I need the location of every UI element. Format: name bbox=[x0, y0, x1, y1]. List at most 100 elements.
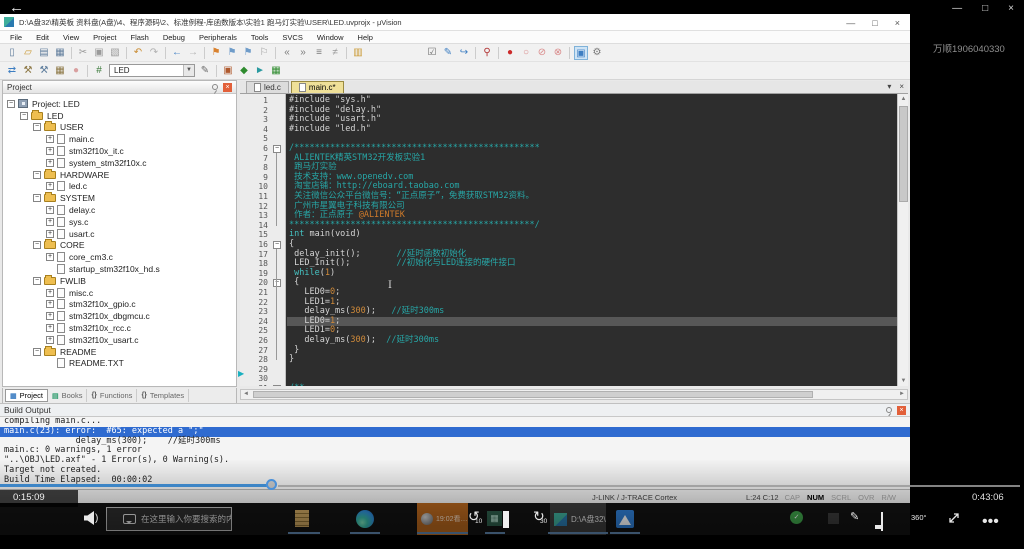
tree-item-readme.txt[interactable]: README.TXT bbox=[3, 358, 236, 370]
uvision-maximize-button[interactable]: □ bbox=[872, 18, 877, 28]
uvision-close-button[interactable]: × bbox=[895, 18, 900, 28]
taskbar-item-uvision[interactable]: D:\A盘32\... bbox=[550, 503, 606, 535]
collapse-icon[interactable]: − bbox=[33, 194, 41, 202]
bookmark-next-icon[interactable]: ⚑ bbox=[241, 46, 255, 60]
pause-icon[interactable] bbox=[503, 511, 509, 529]
taskbar-item-video-app[interactable]: 19:02看… bbox=[417, 503, 468, 535]
menu-svcs[interactable]: SVCS bbox=[275, 33, 309, 42]
menu-project[interactable]: Project bbox=[86, 33, 123, 42]
menu-window[interactable]: Window bbox=[310, 33, 351, 42]
breakpoint-disable-all-icon[interactable]: ⊘ bbox=[535, 46, 549, 60]
video-content[interactable]: D:\A盘32\精英板 资料盘(A盘)\4、程序源码\2、标准例程-库函数版本\… bbox=[0, 14, 910, 535]
pip-icon[interactable] bbox=[881, 513, 883, 531]
nav-forward-icon[interactable]: → bbox=[186, 46, 200, 60]
build-icon[interactable]: ⚒ bbox=[21, 64, 35, 78]
breakpoint-disabled-icon[interactable]: ○ bbox=[519, 46, 533, 60]
expand-icon[interactable]: + bbox=[46, 147, 54, 155]
menu-file[interactable]: File bbox=[3, 33, 29, 42]
tree-item-led[interactable]: −LED bbox=[3, 110, 236, 122]
pack-installer-icon[interactable]: ▦ bbox=[269, 64, 283, 78]
expand-icon[interactable]: + bbox=[46, 253, 54, 261]
collapse-icon[interactable]: − bbox=[7, 100, 15, 108]
hscroll-thumb[interactable] bbox=[253, 391, 813, 398]
expand-icon[interactable]: + bbox=[46, 159, 54, 167]
snippet-icon[interactable]: ↪ bbox=[457, 46, 471, 60]
taskbar-item-photos[interactable] bbox=[616, 510, 634, 528]
menu-debug[interactable]: Debug bbox=[156, 33, 192, 42]
collapse-icon[interactable]: − bbox=[33, 123, 41, 131]
fold-collapse-icon[interactable]: − bbox=[273, 279, 281, 287]
scroll-down-icon[interactable]: ▼ bbox=[898, 376, 908, 386]
tree-item-system[interactable]: −SYSTEM bbox=[3, 192, 236, 204]
edit-config-icon[interactable]: ✎ bbox=[441, 46, 455, 60]
stop-build-icon[interactable]: ● bbox=[69, 64, 83, 78]
expand-icon[interactable]: + bbox=[46, 218, 54, 226]
nav-back-icon[interactable]: ← bbox=[170, 46, 184, 60]
menu-flash[interactable]: Flash bbox=[124, 33, 156, 42]
splitter-arrow-icon[interactable]: ▶ bbox=[238, 369, 244, 378]
pin-icon[interactable] bbox=[212, 84, 218, 90]
redo-icon[interactable]: ↷ bbox=[147, 46, 161, 60]
menu-tools[interactable]: Tools bbox=[244, 33, 276, 42]
outdent-icon[interactable]: « bbox=[280, 46, 294, 60]
build-output-close-icon[interactable]: × bbox=[897, 406, 906, 415]
menu-view[interactable]: View bbox=[56, 33, 86, 42]
rewind-10-icon[interactable]: ↺10 bbox=[468, 508, 480, 526]
tree-item-project-led[interactable]: −Project: LED bbox=[3, 98, 236, 110]
expand-icon[interactable]: + bbox=[46, 206, 54, 214]
debug-icon[interactable]: ► bbox=[253, 64, 267, 78]
code-area[interactable]: 1234567891011121314151617181920212223242… bbox=[240, 94, 908, 386]
tree-item-core[interactable]: −CORE bbox=[3, 240, 236, 252]
expand-icon[interactable]: + bbox=[46, 312, 54, 320]
expand-icon[interactable]: + bbox=[46, 300, 54, 308]
expand-icon[interactable]: + bbox=[46, 182, 54, 190]
indent-icon[interactable]: » bbox=[296, 46, 310, 60]
edit-pencil-icon[interactable]: ✎ bbox=[850, 510, 859, 523]
security-tray-icon[interactable]: ✓ bbox=[790, 511, 803, 524]
player-maximize-button[interactable]: □ bbox=[982, 2, 988, 15]
cut-icon[interactable]: ✂ bbox=[76, 46, 90, 60]
breakpoint-icon[interactable]: ● bbox=[503, 46, 517, 60]
breakpoint-kill-all-icon[interactable]: ⊗ bbox=[551, 46, 565, 60]
batch-build-icon[interactable]: ▦ bbox=[53, 64, 67, 78]
flash-load-icon[interactable]: ◆ bbox=[237, 64, 251, 78]
save-all-icon[interactable]: ▦ bbox=[53, 46, 67, 60]
bookmark-clear-icon[interactable]: ⚐ bbox=[257, 46, 271, 60]
tree-item-misc.c[interactable]: +misc.c bbox=[3, 287, 236, 299]
back-icon[interactable]: ← bbox=[9, 0, 24, 15]
fold-collapse-icon[interactable]: − bbox=[273, 145, 281, 153]
tree-item-sys.c[interactable]: +sys.c bbox=[3, 216, 236, 228]
panel-tab-project[interactable]: ▦Project bbox=[5, 389, 48, 402]
editor-hscrollbar[interactable]: ◄ ► bbox=[240, 389, 908, 400]
tree-item-stm32f10x_rcc.c[interactable]: +stm32f10x_rcc.c bbox=[3, 322, 236, 334]
find-in-files-icon[interactable]: ⚲ bbox=[480, 46, 494, 60]
editor-vscrollbar[interactable]: ▲ ▼ bbox=[897, 94, 908, 386]
paste-icon[interactable]: ▧ bbox=[108, 46, 122, 60]
collapse-icon[interactable]: − bbox=[33, 277, 41, 285]
collapse-icon[interactable]: − bbox=[33, 241, 41, 249]
uncomment-icon[interactable]: ≠ bbox=[328, 46, 342, 60]
tree-item-fwlib[interactable]: −FWLIB bbox=[3, 275, 236, 287]
more-options-icon[interactable]: ••• bbox=[982, 513, 999, 531]
flash-erase-icon[interactable]: ▣ bbox=[221, 64, 235, 78]
editor-tab-main-c[interactable]: main.c* bbox=[291, 81, 344, 93]
collapse-icon[interactable]: − bbox=[33, 348, 41, 356]
save-icon[interactable]: ▤ bbox=[37, 46, 51, 60]
tree-item-stm32f10x_dbgmcu.c[interactable]: +stm32f10x_dbgmcu.c bbox=[3, 310, 236, 322]
expand-icon[interactable]: + bbox=[46, 289, 54, 297]
tree-item-delay.c[interactable]: +delay.c bbox=[3, 204, 236, 216]
vscroll-thumb[interactable] bbox=[899, 106, 908, 202]
taskbar-item-notebook[interactable] bbox=[295, 510, 309, 527]
tree-item-core_cm3.c[interactable]: +core_cm3.c bbox=[3, 251, 236, 263]
forward-30-icon[interactable]: ↻30 bbox=[533, 508, 545, 526]
bookmark-icon[interactable]: ⚑ bbox=[209, 46, 223, 60]
bookmark-prev-icon[interactable]: ⚑ bbox=[225, 46, 239, 60]
tree-item-stm32f10x_gpio.c[interactable]: +stm32f10x_gpio.c bbox=[3, 299, 236, 311]
menu-edit[interactable]: Edit bbox=[29, 33, 56, 42]
target-select[interactable]: LED ▼ bbox=[109, 64, 195, 77]
project-panel-close-icon[interactable]: × bbox=[223, 83, 232, 92]
uvision-minimize-button[interactable]: — bbox=[846, 18, 855, 28]
player-minimize-button[interactable]: — bbox=[952, 2, 962, 15]
configure-icon[interactable]: ⚙ bbox=[590, 46, 604, 60]
tree-item-user[interactable]: −USER bbox=[3, 122, 236, 134]
